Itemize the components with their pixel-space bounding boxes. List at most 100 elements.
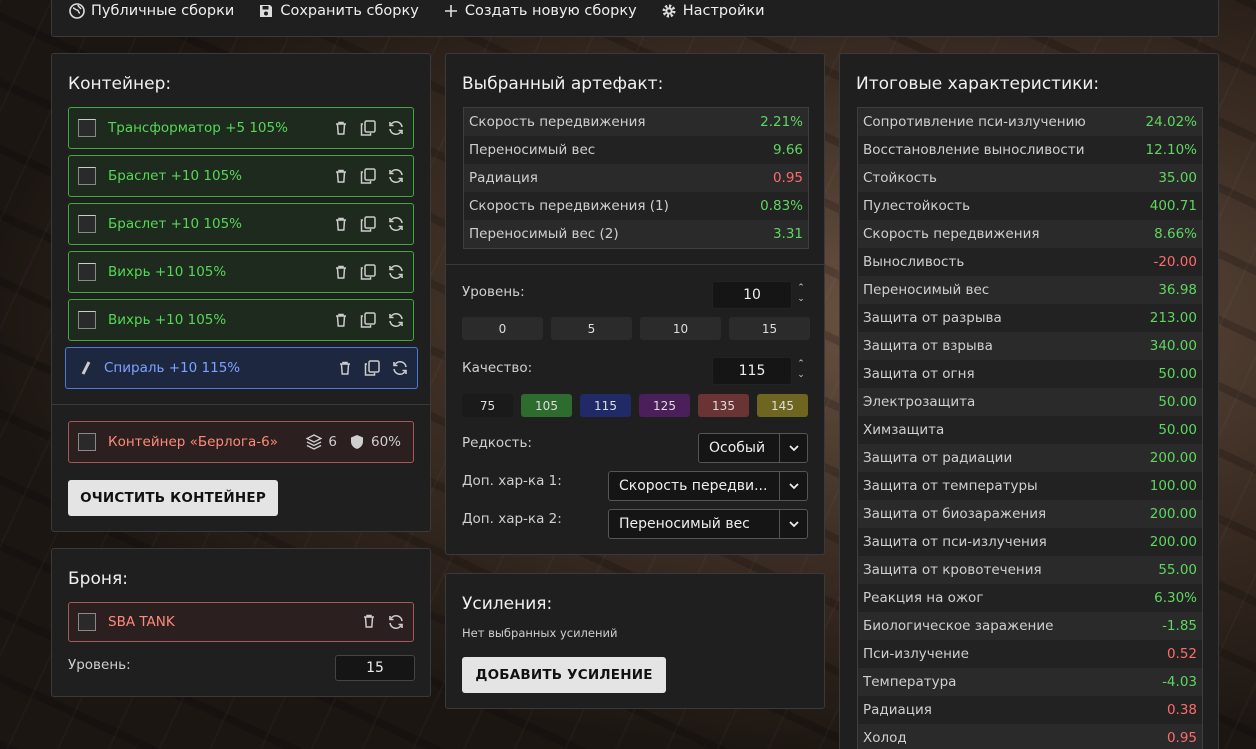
stat-value: 36.98 (1158, 282, 1197, 298)
extra1-select[interactable]: Скорость передви... (608, 471, 808, 501)
swap-icon[interactable] (387, 119, 405, 137)
gear-icon (662, 4, 676, 18)
copy-icon[interactable] (359, 263, 377, 281)
artifact-slot[interactable]: Вихрь +10 105% (68, 299, 414, 341)
clear-container-button[interactable]: ОЧИСТИТЬ КОНТЕЙНЕР (68, 480, 278, 516)
trash-icon[interactable] (361, 613, 377, 629)
extra2-value: Переносимый вес (619, 516, 750, 532)
stat-value: -4.03 (1162, 674, 1197, 690)
settings-link[interactable]: Настройки (661, 3, 765, 19)
quality-preset-button[interactable]: 115 (580, 394, 631, 417)
quality-preset-button[interactable]: 145 (757, 394, 808, 417)
stat-row: Защита от биозаражения 200.00 (858, 500, 1202, 528)
spin-up-icon[interactable]: ⌃ (797, 359, 805, 370)
level-preset-button[interactable]: 5 (551, 317, 632, 340)
stat-row: Химзащита 50.00 (858, 416, 1202, 444)
save-build-link[interactable]: Сохранить сборку (258, 3, 419, 19)
stat-row: Сопротивление пси-излучению 24.02% (858, 108, 1202, 136)
layers-icon (306, 434, 323, 450)
level-preset-button[interactable]: 0 (462, 317, 543, 340)
stat-value: -20.00 (1153, 254, 1197, 270)
floppy-disk-icon (260, 5, 273, 17)
swap-icon[interactable] (391, 359, 409, 377)
quality-preset-button[interactable]: 75 (462, 394, 513, 417)
container-item[interactable]: Контейнер «Берлога-6» 6 60% (68, 421, 414, 463)
armor-level-label: Уровень: (68, 657, 131, 673)
level-spinner[interactable]: ⌃ ⌄ (796, 283, 806, 305)
stat-row: Переносимый вес (2) 3.31 (464, 220, 808, 248)
spin-down-icon[interactable]: ⌄ (797, 370, 805, 381)
armor-item[interactable]: SBA TANK (68, 602, 414, 642)
trash-icon[interactable] (333, 120, 349, 136)
stat-value: 100.00 (1149, 478, 1197, 494)
swap-icon[interactable] (387, 215, 405, 233)
stat-row: Температура -4.03 (858, 668, 1202, 696)
stat-label: Химзащита (863, 422, 945, 438)
stat-value: 24.02% (1145, 114, 1197, 130)
stat-row: Холод 0.95 (858, 724, 1202, 749)
armor-actions (361, 613, 405, 631)
copy-icon[interactable] (359, 215, 377, 233)
trash-icon[interactable] (333, 312, 349, 328)
artifact-slot[interactable]: Трансформатор +5 105% (68, 107, 414, 149)
copy-icon[interactable] (359, 119, 377, 137)
stat-label: Скорость передвижения (469, 114, 646, 130)
boosts-panel: Усиления: Нет выбранных усилений ДОБАВИТ… (445, 573, 825, 709)
swap-icon[interactable] (387, 167, 405, 185)
container-slots-count: 6 (306, 434, 337, 450)
stat-value: 3.31 (772, 226, 803, 242)
new-build-label: Создать новую сборку (464, 3, 637, 19)
level-preset-button[interactable]: 15 (729, 317, 810, 340)
level-label: Уровень: (462, 284, 525, 300)
trash-icon[interactable] (333, 216, 349, 232)
trash-icon[interactable] (333, 264, 349, 280)
swap-icon[interactable] (387, 311, 405, 329)
level-input[interactable]: 10 (712, 281, 792, 309)
spin-up-icon[interactable]: ⌃ (797, 283, 805, 294)
public-builds-link[interactable]: Публичные сборки (69, 3, 234, 19)
armor-panel: Броня: SBA TANK Уровень: 15 (51, 548, 431, 697)
artifact-slot[interactable]: Вихрь +10 105% (68, 251, 414, 293)
boosts-title: Усиления: (462, 594, 553, 614)
spin-down-icon[interactable]: ⌄ (797, 294, 805, 305)
copy-icon[interactable] (359, 311, 377, 329)
quality-preset-button[interactable]: 105 (521, 394, 572, 417)
artifact-slot[interactable]: Браслет +10 105% (68, 155, 414, 197)
spiral-artifact-icon (81, 361, 91, 375)
add-boost-button[interactable]: ДОБАВИТЬ УСИЛЕНИЕ (462, 657, 666, 693)
slot-actions (333, 311, 405, 329)
copy-icon[interactable] (359, 167, 377, 185)
container-title: Контейнер: (68, 74, 172, 94)
trash-icon[interactable] (337, 360, 353, 376)
save-build-label: Сохранить сборку (280, 3, 419, 19)
stat-label: Стойкость (863, 170, 937, 186)
quality-preset-button[interactable]: 135 (698, 394, 749, 417)
artifact-slot-name: Браслет +10 105% (108, 216, 242, 232)
quality-input[interactable]: 115 (712, 357, 792, 385)
swap-icon[interactable] (387, 613, 405, 631)
new-build-link[interactable]: Создать новую сборку (443, 3, 637, 19)
protection-value: 60% (370, 434, 401, 450)
boosts-empty-text: Нет выбранных усилений (462, 626, 618, 640)
top-menu: Публичные сборки Сохранить сборку Создат… (69, 0, 765, 25)
armor-level-input[interactable]: 15 (335, 655, 415, 681)
extra2-select[interactable]: Переносимый вес (608, 509, 808, 539)
copy-icon[interactable] (363, 359, 381, 377)
chevron-down-icon (779, 434, 807, 462)
stat-value: 0.95 (772, 170, 803, 186)
artifact-slot[interactable]: Браслет +10 105% (68, 203, 414, 245)
artifact-title: Выбранный артефакт: (462, 74, 664, 94)
totals-panel: Итоговые характеристики: Сопротивление п… (839, 53, 1219, 749)
quality-spinner[interactable]: ⌃ ⌄ (796, 359, 806, 381)
artifact-slot[interactable]: Спираль +10 115% (65, 347, 418, 389)
swap-icon[interactable] (387, 263, 405, 281)
artifact-panel: Выбранный артефакт: Скорость передвижени… (445, 53, 825, 555)
level-preset-button[interactable]: 10 (640, 317, 721, 340)
stat-row: Стойкость 35.00 (858, 164, 1202, 192)
stat-value: 0.38 (1166, 702, 1197, 718)
stat-value: 340.00 (1149, 338, 1197, 354)
trash-icon[interactable] (333, 168, 349, 184)
quality-preset-button[interactable]: 125 (639, 394, 690, 417)
chevron-down-icon (779, 472, 807, 500)
rarity-select[interactable]: Особый (698, 433, 808, 463)
